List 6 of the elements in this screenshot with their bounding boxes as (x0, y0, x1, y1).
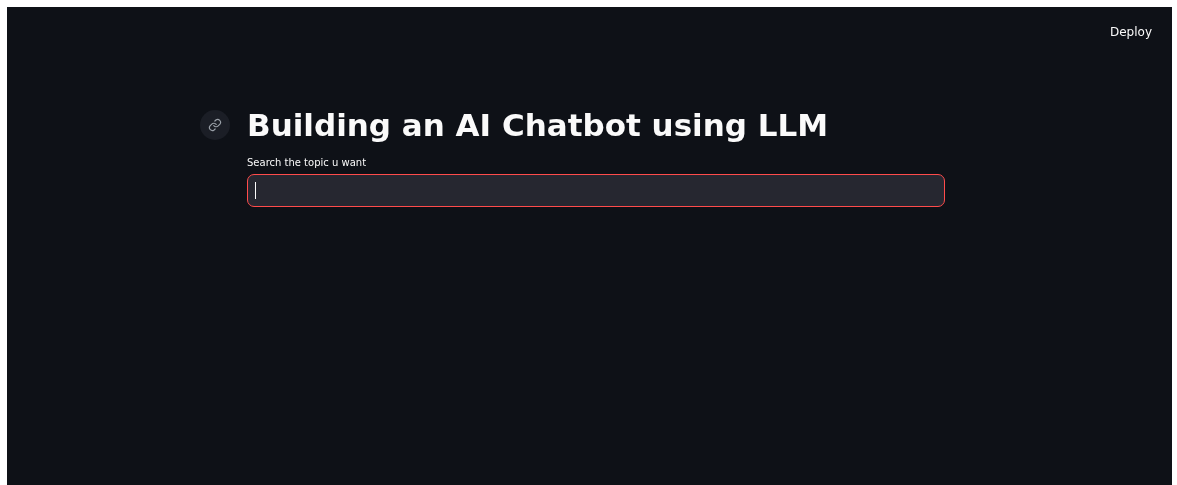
text-cursor (255, 182, 256, 199)
field-label: Search the topic u want (247, 157, 368, 168)
page-title: Building an AI Chatbot using LLM (247, 107, 829, 143)
link-icon[interactable] (200, 110, 230, 140)
search-field[interactable] (247, 174, 945, 207)
deploy-button[interactable]: Deploy (1101, 17, 1160, 47)
